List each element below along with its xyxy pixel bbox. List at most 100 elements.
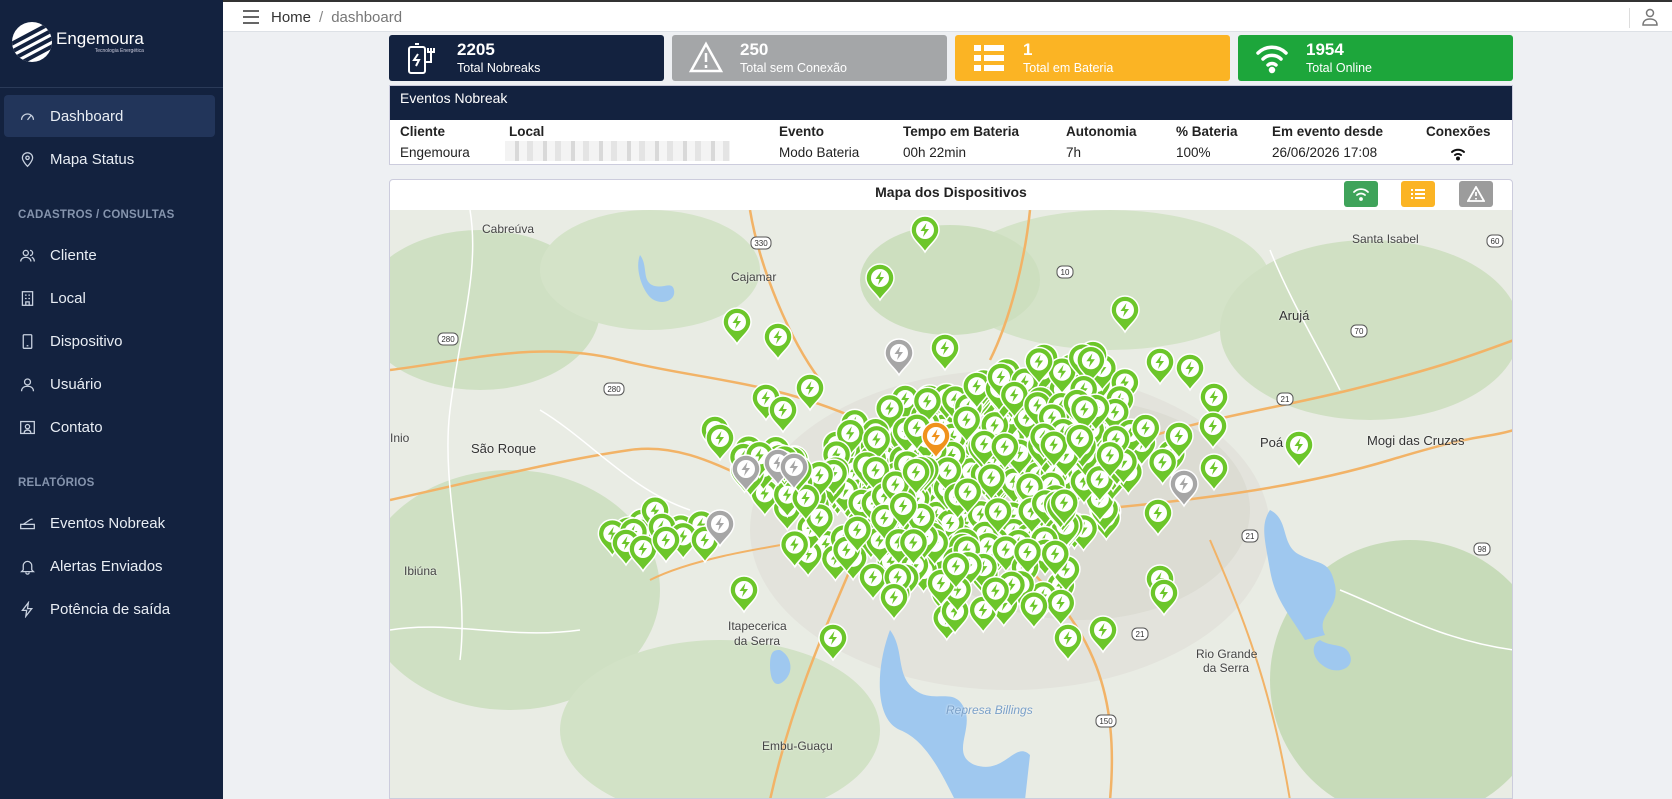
sidebar-item-label: Dispositivo <box>50 332 123 350</box>
online-device-marker[interactable] <box>729 575 759 614</box>
town-label: Cabreúva <box>482 222 535 236</box>
cell-evento: Modo Bateria <box>779 145 860 160</box>
list-icon <box>969 38 1009 78</box>
town-label: Poá <box>1260 435 1284 450</box>
col-header-autonomia: Autonomia <box>1066 124 1137 139</box>
battery-plug-icon <box>403 38 443 78</box>
map-panel: Mapa dos Dispositivos 330 10 60 280 280 … <box>389 179 1513 799</box>
building-icon <box>18 289 36 307</box>
online-device-marker[interactable] <box>1145 347 1175 386</box>
sidebar-item-dispositivo[interactable]: Dispositivo <box>4 320 215 362</box>
card-label: Total Online <box>1306 61 1373 75</box>
contact-icon <box>18 418 36 436</box>
section-relatorios: RELATÓRIOS <box>18 477 95 489</box>
svg-text:21: 21 <box>1246 532 1255 541</box>
card-total-sem-conexao[interactable]: 250 Total sem Conexão <box>672 35 947 81</box>
router-icon <box>18 514 36 532</box>
road-shield: 21 <box>1131 627 1149 641</box>
col-header-evento: Evento <box>779 124 825 139</box>
menu-toggle-icon[interactable] <box>243 10 259 24</box>
town-label: Itapecerica <box>728 619 787 633</box>
list-icon <box>1411 189 1425 199</box>
online-device-marker[interactable] <box>651 525 681 564</box>
top-bar: Home / dashboard <box>223 0 1672 32</box>
card-total-online[interactable]: 1954 Total Online <box>1238 35 1513 81</box>
col-header-local: Local <box>509 124 545 139</box>
breadcrumb: Home / dashboard <box>271 9 402 26</box>
online-device-marker[interactable] <box>768 395 798 434</box>
svg-text:21: 21 <box>1136 630 1145 639</box>
town-label: São Roque <box>471 441 537 456</box>
card-label: Total Nobreaks <box>457 61 541 75</box>
online-device-marker[interactable] <box>1284 430 1314 469</box>
sidebar-item-usuario[interactable]: Usuário <box>4 363 215 405</box>
online-device-marker[interactable] <box>1175 353 1205 392</box>
road-shield: 280 <box>603 382 625 396</box>
sidebar-item-alertas-enviados[interactable]: Alertas Enviados <box>4 545 215 587</box>
svg-text:70: 70 <box>1355 327 1364 336</box>
breadcrumb-home[interactable]: Home <box>271 9 311 26</box>
filter-online-button[interactable] <box>1344 181 1378 207</box>
offline-device-marker[interactable] <box>884 338 914 377</box>
col-header-bateria: % Bateria <box>1176 124 1238 139</box>
online-device-marker[interactable] <box>818 623 848 662</box>
cell-tempo: 00h 22min <box>903 145 967 160</box>
svg-text:280: 280 <box>441 335 455 344</box>
sidebar-item-label: Usuário <box>50 375 102 393</box>
road-shield: 70 <box>1350 324 1368 338</box>
sidebar-item-cliente[interactable]: Cliente <box>4 234 215 276</box>
online-device-marker[interactable] <box>763 322 793 361</box>
sidebar-item-mapa-status[interactable]: Mapa Status <box>4 138 215 180</box>
sidebar-item-label: Local <box>50 289 86 307</box>
cell-autonomia: 7h <box>1066 145 1082 160</box>
card-total-em-bateria[interactable]: 1 Total em Bateria <box>955 35 1230 81</box>
online-device-marker[interactable] <box>930 333 960 372</box>
filter-offline-button[interactable] <box>1459 181 1493 207</box>
brand-name: Engemoura <box>56 29 144 48</box>
road-shield: 330 <box>750 236 772 250</box>
card-value: 2205 <box>457 40 495 59</box>
svg-text:280: 280 <box>607 385 621 394</box>
cell-desde: 26/06/2026 17:08 <box>1272 145 1378 160</box>
card-total-nobreaks[interactable]: 2205 Total Nobreaks <box>389 35 664 81</box>
card-label: Total em Bateria <box>1023 61 1114 75</box>
gauge-icon <box>18 107 36 125</box>
sidebar-item-label: Eventos Nobreak <box>50 514 166 532</box>
warning-icon <box>1467 186 1485 202</box>
bell-icon <box>18 557 36 575</box>
sidebar-item-eventos-nobreak[interactable]: Eventos Nobreak <box>4 502 215 544</box>
road-shield: 10 <box>1056 265 1074 279</box>
card-label: Total sem Conexão <box>740 61 848 75</box>
sidebar-item-potencia-saida[interactable]: Potência de saída <box>4 588 215 630</box>
breadcrumb-current: dashboard <box>331 9 403 26</box>
sidebar-divider <box>0 87 223 88</box>
road-shield: 98 <box>1473 542 1491 556</box>
eventos-nobreak-title: Eventos Nobreak <box>390 86 1512 120</box>
lightning-icon <box>18 600 36 618</box>
town-label: Inio <box>390 431 410 445</box>
sidebar-item-label: Alertas Enviados <box>50 557 163 575</box>
user-icon <box>18 375 36 393</box>
filter-battery-button[interactable] <box>1401 181 1435 207</box>
col-header-desde: Em evento desde <box>1272 124 1384 139</box>
brand-logo[interactable]: Engemoura Tecnologia Energética <box>12 22 144 62</box>
sidebar-item-local[interactable]: Local <box>4 277 215 319</box>
cell-cliente: Engemoura <box>400 145 470 160</box>
brand-tagline: Tecnologia Energética <box>94 48 144 54</box>
devices-map[interactable]: 330 10 60 280 280 70 21 21 98 21 150 Cab… <box>390 210 1512 798</box>
svg-text:330: 330 <box>754 239 768 248</box>
user-menu-icon[interactable] <box>1642 8 1658 26</box>
svg-text:60: 60 <box>1491 237 1500 246</box>
water-label: Represa Billings <box>946 703 1033 717</box>
sidebar-item-label: Potência de saída <box>50 600 171 618</box>
logo-icon <box>12 22 52 62</box>
town-label: Rio Grande <box>1196 647 1258 661</box>
device-icon <box>18 332 36 350</box>
road-shield: 280 <box>437 332 459 346</box>
wifi-icon <box>1252 38 1292 78</box>
svg-text:98: 98 <box>1478 545 1487 554</box>
sidebar-item-contato[interactable]: Contato <box>4 406 215 448</box>
cell-conexoes-wifi-icon <box>1450 147 1466 161</box>
sidebar-item-dashboard[interactable]: Dashboard <box>4 95 215 137</box>
online-device-marker[interactable] <box>722 307 752 346</box>
